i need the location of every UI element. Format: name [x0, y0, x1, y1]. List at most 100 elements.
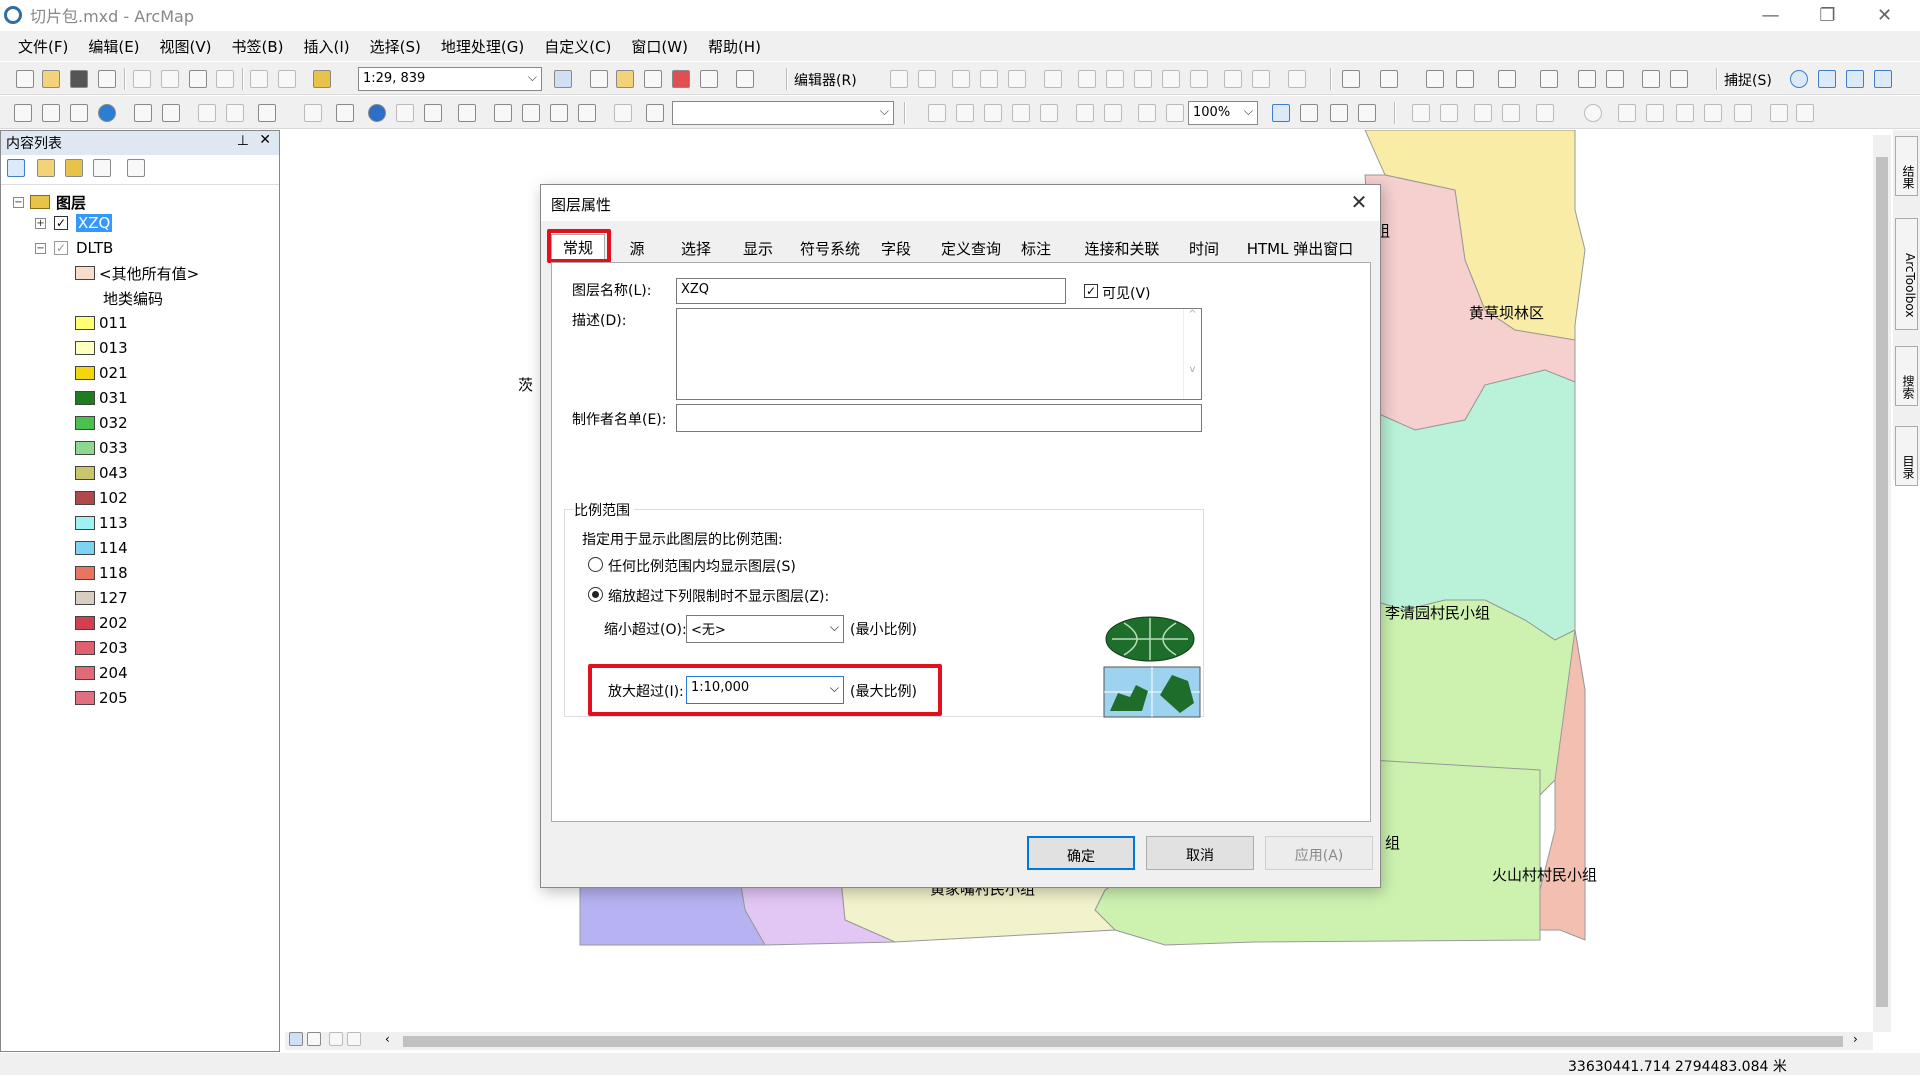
- menu-bookmarks[interactable]: 书签(B): [222, 36, 294, 57]
- html-popup-icon[interactable]: [424, 104, 442, 122]
- pan-icon[interactable]: [70, 104, 88, 122]
- go-to-xy-icon[interactable]: [550, 104, 568, 122]
- find-route-icon[interactable]: [522, 104, 540, 122]
- toggle-draft-icon[interactable]: [1272, 104, 1290, 122]
- time-slider-icon[interactable]: [578, 104, 596, 122]
- menu-windows[interactable]: 窗口(W): [621, 36, 698, 57]
- menu-insert[interactable]: 插入(I): [294, 36, 360, 57]
- save-icon[interactable]: [70, 70, 88, 88]
- zoom-100-icon[interactable]: [1040, 104, 1058, 122]
- arctoolbox-tab[interactable]: ArcToolbox: [1895, 218, 1918, 330]
- toc-window-icon[interactable]: [590, 70, 608, 88]
- list-by-visibility-icon[interactable]: [65, 159, 83, 177]
- trace-icon[interactable]: [1008, 70, 1026, 88]
- undo-icon[interactable]: [250, 70, 268, 88]
- layer-xzq[interactable]: + ✓ XZQ: [35, 212, 113, 234]
- scroll-thumb[interactable]: [1876, 157, 1888, 1007]
- search-tab[interactable]: 搜索: [1895, 346, 1918, 406]
- scroll-right-icon[interactable]: ›: [1853, 1032, 1858, 1046]
- list-by-source-icon[interactable]: [37, 159, 55, 177]
- add-control-points-icon[interactable]: [1474, 104, 1492, 122]
- apply-button[interactable]: 应用(A): [1265, 836, 1373, 870]
- layout-forward-icon[interactable]: [1166, 104, 1184, 122]
- xzq-visibility-checkbox[interactable]: ✓: [54, 216, 68, 230]
- tab-symbology[interactable]: 符号系统: [795, 236, 865, 260]
- edge-snapping-icon[interactable]: [1874, 70, 1892, 88]
- data-driven-pages-icon[interactable]: [1358, 104, 1376, 122]
- reshape-icon[interactable]: [1106, 70, 1124, 88]
- paste-icon[interactable]: [189, 70, 207, 88]
- tab-time[interactable]: 时间: [1179, 236, 1229, 260]
- editor-toolbar-icon[interactable]: [554, 70, 572, 88]
- tab-labels[interactable]: 标注: [1011, 236, 1061, 260]
- back-extent-icon[interactable]: [198, 104, 216, 122]
- minimize-button[interactable]: —: [1742, 0, 1799, 30]
- collapse-icon[interactable]: −: [13, 196, 24, 208]
- attributes-icon[interactable]: [1224, 70, 1242, 88]
- close-button[interactable]: ✕: [1856, 0, 1913, 30]
- copy-features-icon[interactable]: [1456, 70, 1474, 88]
- tab-joins-relates[interactable]: 连接和关联: [1067, 236, 1177, 260]
- min-scale-combo[interactable]: <无> ⌵: [686, 615, 844, 643]
- refresh-icon[interactable]: [329, 1032, 343, 1046]
- ok-button[interactable]: 确定: [1027, 836, 1135, 870]
- layout-zoom-combo[interactable]: 100% ⌵: [1188, 101, 1258, 125]
- max-scale-combo[interactable]: 1:10,000 ⌵: [686, 676, 844, 704]
- zoom-in-icon[interactable]: [14, 104, 32, 122]
- dialog-close-button[interactable]: ✕: [1346, 190, 1372, 214]
- edit-vertices-icon[interactable]: [1078, 70, 1096, 88]
- expand-icon[interactable]: +: [35, 217, 46, 229]
- search-window-icon[interactable]: [644, 70, 662, 88]
- network-window-icon[interactable]: [1734, 104, 1752, 122]
- advanced-editing-icon[interactable]: [1426, 70, 1444, 88]
- layout-fixed-in-icon[interactable]: [1076, 104, 1094, 122]
- vertex-snapping-icon[interactable]: [1846, 70, 1864, 88]
- pause-drawing-icon[interactable]: [347, 1032, 361, 1046]
- hyperlink-icon[interactable]: [396, 104, 414, 122]
- edit-annotation-icon[interactable]: [918, 70, 936, 88]
- h-scroll-thumb[interactable]: [403, 1036, 1843, 1047]
- georef-rotate-icon[interactable]: [1412, 104, 1430, 122]
- edge-match-icon[interactable]: [1670, 70, 1688, 88]
- zoom-out-icon[interactable]: [42, 104, 60, 122]
- tab-definition-query[interactable]: 定义查询: [931, 236, 1011, 260]
- catalog-tab[interactable]: 目录: [1895, 426, 1918, 486]
- menu-help[interactable]: 帮助(H): [698, 36, 771, 57]
- menu-view[interactable]: 视图(V): [150, 36, 222, 57]
- rotate-icon[interactable]: [1190, 70, 1208, 88]
- toc-options-icon[interactable]: [127, 159, 145, 177]
- layer-dltb[interactable]: − ✓ DLTB: [35, 237, 113, 259]
- menu-customize[interactable]: 自定义(C): [534, 36, 621, 57]
- directions-icon[interactable]: [1676, 104, 1694, 122]
- route-solve-icon[interactable]: [1646, 104, 1664, 122]
- select-features-icon[interactable]: [258, 104, 276, 122]
- fixed-zoom-in-icon[interactable]: [134, 104, 152, 122]
- tab-display[interactable]: 显示: [733, 236, 783, 260]
- cut-icon[interactable]: [133, 70, 151, 88]
- open-folder-icon[interactable]: [42, 70, 60, 88]
- layout-zoom-out-icon[interactable]: [956, 104, 974, 122]
- pin-icon[interactable]: ⊥: [237, 133, 249, 149]
- redo-icon[interactable]: [278, 70, 296, 88]
- zoom-whole-page-icon[interactable]: [1012, 104, 1030, 122]
- list-by-selection-icon[interactable]: [93, 159, 111, 177]
- visible-checkbox[interactable]: ✓: [1084, 284, 1098, 298]
- edit-tool-icon[interactable]: [890, 70, 908, 88]
- snapping-menu[interactable]: 捕捉(S): [1724, 70, 1772, 90]
- transform-icon[interactable]: [1606, 70, 1624, 88]
- menu-file[interactable]: 文件(F): [8, 36, 78, 57]
- focus-data-frame-icon[interactable]: [1300, 104, 1318, 122]
- radio-show-all-scales[interactable]: [588, 557, 603, 572]
- georef-viewer-icon[interactable]: [1536, 104, 1554, 122]
- new-document-icon[interactable]: [16, 70, 34, 88]
- end-snapping-icon[interactable]: [1818, 70, 1836, 88]
- select-elements-icon[interactable]: [336, 104, 354, 122]
- share-service-icon[interactable]: [1796, 104, 1814, 122]
- menu-geoprocessing[interactable]: 地理处理(G): [431, 36, 534, 57]
- tab-source[interactable]: 源: [617, 236, 657, 260]
- point-snapping-icon[interactable]: [1790, 70, 1808, 88]
- change-layout-icon[interactable]: [1330, 104, 1348, 122]
- straight-segment-icon[interactable]: [952, 70, 970, 88]
- tab-fields[interactable]: 字段: [871, 236, 921, 260]
- line-intersect-icon[interactable]: [1540, 70, 1558, 88]
